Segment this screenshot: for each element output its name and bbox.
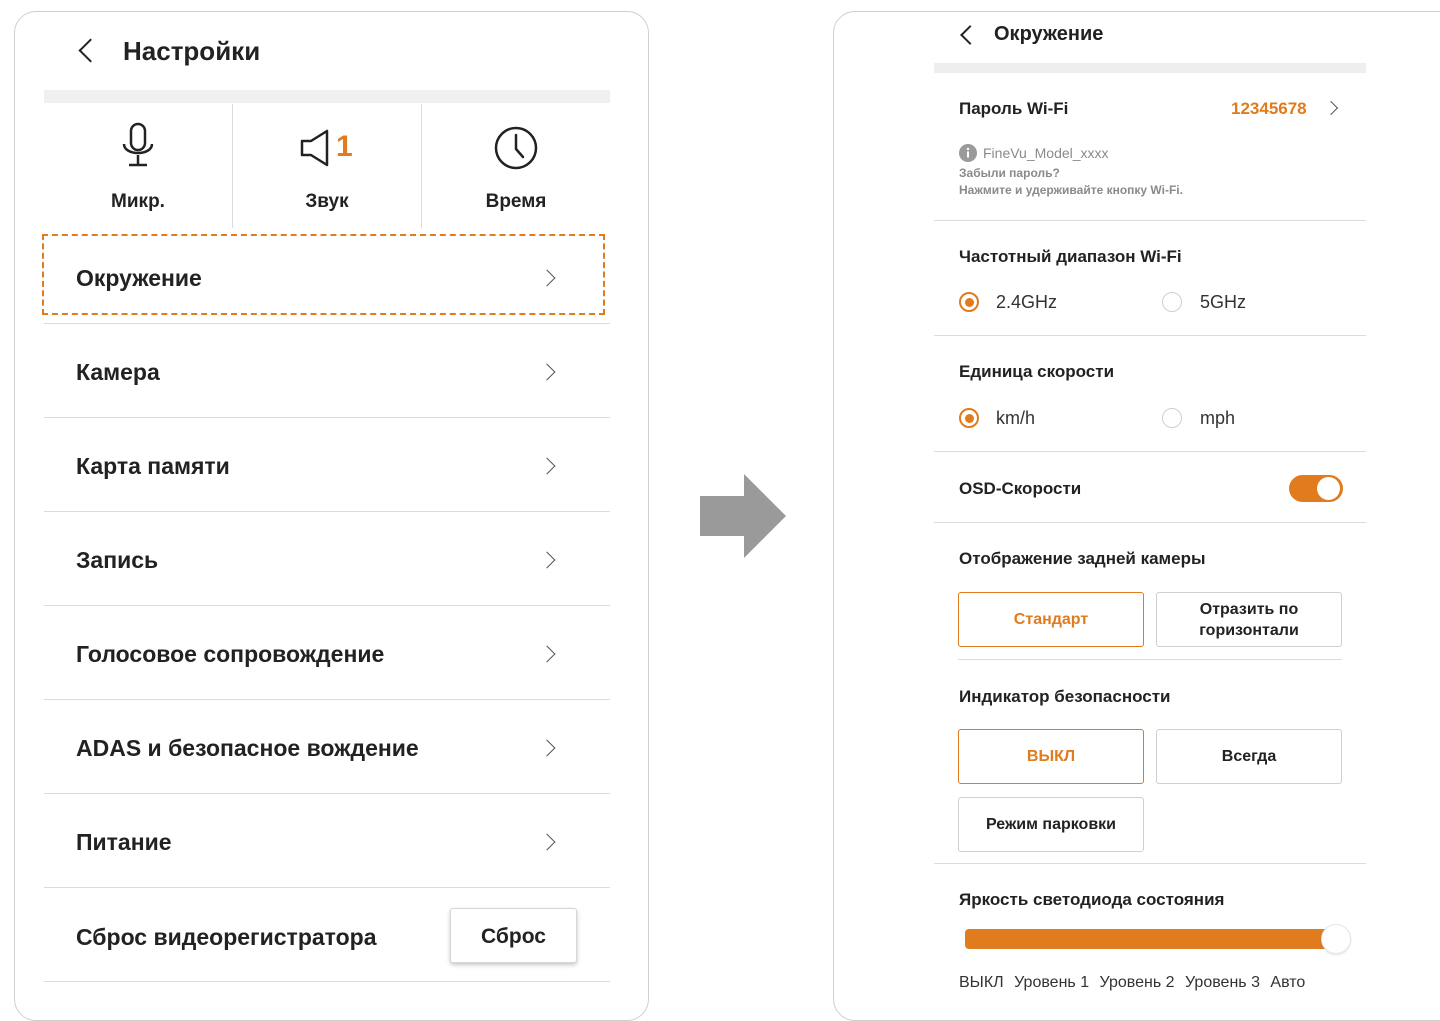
option-label: km/h [996,408,1036,428]
quick-item-time[interactable]: Время [422,104,610,228]
menu-item-recording[interactable]: Запись [44,512,610,606]
reset-label: Сброс видеорегистратора [76,924,377,950]
osd-speed-label: OSD-Скорости [959,479,1082,498]
slider-thumb[interactable] [1321,924,1351,954]
info-icon [959,144,977,162]
microphone-icon [122,122,154,167]
divider [958,659,1342,660]
menu-item-label: Питание [76,829,172,855]
radio-selected[interactable] [959,292,979,312]
chevron-right-icon [1323,100,1339,116]
speed-unit-option-kmh[interactable]: km/h [958,406,1138,430]
rear-camera-label: Отображение задней камеры [959,549,1206,568]
band-label: Частотный диапазон Wi-Fi [959,247,1182,266]
quick-item-label: Микр. [111,191,165,212]
chevron-right-icon [538,457,556,475]
divider [44,981,610,982]
quick-item-sound[interactable]: 1 Звук [233,104,421,228]
quick-item-label: Время [485,191,547,212]
chevron-right-icon [538,645,556,663]
menu-item-adas[interactable]: ADAS и безопасное вождение [44,700,610,794]
led-level-label: Уровень 3 [1184,974,1260,991]
quick-item-label: Звук [305,191,349,212]
menu-item-label: Запись [76,547,159,573]
led-brightness-label: Яркость светодиода состояния [959,890,1225,909]
divider [934,522,1366,523]
wifi-ssid: FineVu_Model_xxxx [983,145,1109,161]
led-brightness-slider[interactable] [965,924,1351,954]
clock-icon [494,126,538,170]
divider [934,451,1366,452]
quick-item-mic[interactable]: Микр. [44,104,232,228]
led-level-label: Авто [1270,974,1306,991]
radio-unselected[interactable] [1162,408,1182,428]
menu-item-label: Камера [76,359,160,385]
osd-speed-toggle[interactable] [1289,475,1343,502]
option-label: mph [1200,408,1236,428]
option-label: 5GHz [1200,292,1247,312]
rear-camera-standard-button[interactable]: Стандарт [958,592,1144,647]
menu-item-label: ADAS и безопасное вождение [76,735,419,761]
forgot-password-hint: Нажмите и удерживайте кнопку Wi-Fi. [959,183,1183,197]
band-option-5[interactable]: 5GHz [1162,290,1312,314]
speed-unit-label: Единица скорости [959,362,1115,381]
led-level-label: Уровень 2 [1099,974,1175,991]
option-label: 2.4GHz [996,292,1058,312]
speaker-icon [300,129,329,167]
radio-selected[interactable] [959,408,979,428]
menu-item-camera[interactable]: Камера [44,324,610,418]
radio-unselected[interactable] [1162,292,1182,312]
chevron-right-icon [538,551,556,569]
chevron-right-icon [538,833,556,851]
menu-item-voice-guidance[interactable]: Голосовое сопровождение [44,606,610,700]
speed-unit-option-mph[interactable]: mph [1162,406,1312,430]
arrow-right-icon [700,474,786,558]
wifi-password-row[interactable]: Пароль Wi-Fi 12345678 [934,74,1366,142]
page-title: Настройки [123,36,261,66]
divider [934,220,1366,221]
reset-button[interactable]: Сброс [450,908,577,963]
safety-parking-button[interactable]: Режим парковки [958,797,1144,852]
rear-camera-mirror-button[interactable]: Отразить по горизонтали [1156,592,1342,647]
safety-indicator-label: Индикатор безопасности [959,687,1171,706]
menu-item-label: Карта памяти [76,453,230,479]
chevron-right-icon [538,363,556,381]
menu-item-memory-card[interactable]: Карта памяти [44,418,610,512]
menu-item-power[interactable]: Питание [44,794,610,888]
led-level-label: Уровень 1 [1014,974,1090,991]
header-divider [44,90,610,103]
environment-screen [833,11,1440,1021]
header-divider [934,63,1366,73]
divider [934,335,1366,336]
led-level-labels: ВЫКЛ Уровень 1 Уровень 2 Уровень 3 Авто [959,974,1305,992]
sound-level: 1 [336,130,353,163]
wifi-password-label: Пароль Wi-Fi [959,99,1069,118]
highlight-box [42,234,605,315]
forgot-password-text: Забыли пароль? [959,166,1060,180]
wifi-password-value: 12345678 [1231,99,1307,118]
safety-off-button[interactable]: ВЫКЛ [958,729,1144,784]
band-option-24[interactable]: 2.4GHz [958,290,1138,314]
led-level-label: ВЫКЛ [959,974,1004,991]
reset-row: Сброс видеорегистратора Сброс [44,888,610,982]
safety-always-button[interactable]: Всегда [1156,729,1342,784]
divider [934,863,1366,864]
toggle-knob [1317,477,1340,500]
page-title: Окружение [994,23,1104,45]
menu-item-label: Голосовое сопровождение [76,641,385,667]
chevron-right-icon [538,739,556,757]
